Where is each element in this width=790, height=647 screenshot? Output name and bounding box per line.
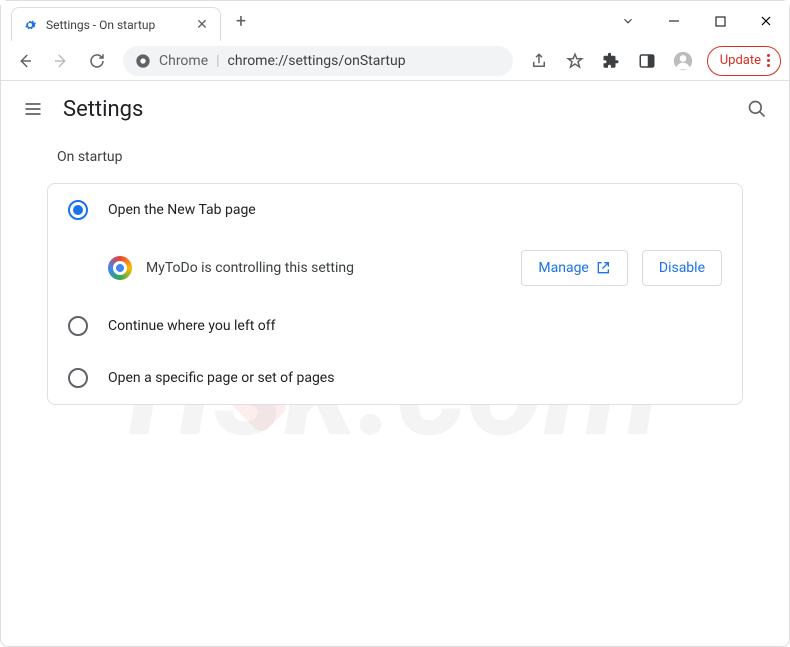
settings-header: Settings [1,81,789,137]
close-tab-icon[interactable]: ✕ [194,17,210,33]
bookmark-star-icon[interactable] [559,45,591,77]
extension-control-text: MyToDo is controlling this setting [146,260,507,276]
close-window-icon[interactable] [743,4,789,38]
page-title: Settings [63,97,143,122]
tab-search-icon[interactable] [605,4,651,38]
radio-unselected-icon[interactable] [68,368,88,388]
maximize-icon[interactable] [697,4,743,38]
disable-button[interactable]: Disable [642,250,722,286]
extensions-puzzle-icon[interactable] [595,45,627,77]
settings-gear-icon [22,17,38,33]
open-external-icon [595,260,611,276]
radio-unselected-icon[interactable] [68,316,88,336]
hamburger-menu-icon[interactable] [21,97,45,121]
share-icon[interactable] [523,45,555,77]
reload-icon[interactable] [81,45,113,77]
address-bar[interactable]: Chrome | chrome://settings/onStartup [123,46,513,76]
settings-content: On startup Open the New Tab page MyToDo … [1,137,789,417]
browser-toolbar: Chrome | chrome://settings/onStartup Upd… [1,41,789,81]
omnibox-url: chrome://settings/onStartup [228,53,406,69]
section-label: On startup [57,149,743,165]
minimize-icon[interactable] [651,4,697,38]
browser-tab[interactable]: Settings - On startup ✕ [11,7,221,41]
update-label: Update [720,53,761,68]
window-titlebar: Settings - On startup ✕ + [1,1,789,41]
extension-icon [108,256,132,280]
startup-card: Open the New Tab page MyToDo is controll… [47,183,743,405]
side-panel-icon[interactable] [631,45,663,77]
radio-selected-icon[interactable] [68,200,88,220]
option-label: Open the New Tab page [108,202,256,218]
profile-avatar-icon[interactable] [667,45,699,77]
omnibox-prefix: Chrome [159,53,208,69]
menu-dots-icon [767,54,770,67]
extension-control-row: MyToDo is controlling this setting Manag… [48,236,742,300]
manage-label: Manage [538,260,588,276]
option-specific-pages[interactable]: Open a specific page or set of pages [48,352,742,404]
forward-icon [45,45,77,77]
option-new-tab[interactable]: Open the New Tab page [48,184,742,236]
option-label: Open a specific page or set of pages [108,370,334,386]
manage-button[interactable]: Manage [521,250,627,286]
disable-label: Disable [659,260,705,276]
search-icon[interactable] [745,97,769,121]
new-tab-button[interactable]: + [227,7,255,35]
option-continue[interactable]: Continue where you left off [48,300,742,352]
update-button[interactable]: Update [707,46,781,76]
tab-title: Settings - On startup [46,18,186,32]
chrome-logo-icon [135,53,151,69]
option-label: Continue where you left off [108,318,276,334]
back-icon[interactable] [9,45,41,77]
